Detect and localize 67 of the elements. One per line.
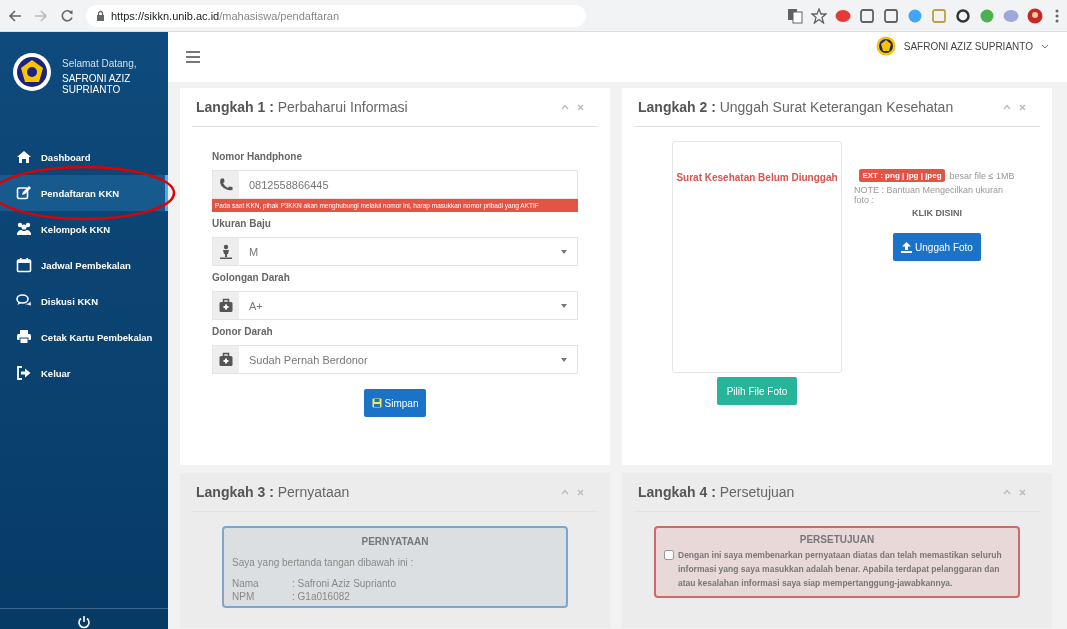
printer-icon <box>16 329 32 345</box>
caret-icon <box>1041 43 1049 49</box>
sidebar-item[interactable]: Diskusi KKN <box>0 283 168 319</box>
lock-icon <box>96 10 105 21</box>
menu-icon[interactable] <box>186 51 200 63</box>
calendar-icon <box>16 257 32 273</box>
star-icon[interactable] <box>811 7 827 24</box>
sidebar-item[interactable]: Cetak Kartu Pembekalan <box>0 319 168 355</box>
avatar-icon[interactable] <box>1027 7 1043 24</box>
close-icon[interactable] <box>1019 488 1026 496</box>
statement-text: Saya yang bertanda tangan dibawah ini : <box>232 557 415 568</box>
field-label: Nomor Handphone <box>212 151 303 162</box>
file-type-badge: EXT : png | jpg | jpeg <box>859 169 945 182</box>
greeting-text: Selamat Datang, <box>62 58 137 69</box>
help-link[interactable]: KLIK DISINI <box>912 208 962 218</box>
home-icon <box>16 149 32 165</box>
url-text: https://sikkn.unib.ac.id/mahasiswa/pendaftaran <box>111 9 340 22</box>
address-bar[interactable]: https://sikkn.unib.ac.id/mahasiswa/pendaftaran <box>86 4 586 27</box>
field-name: NPM <box>232 591 256 602</box>
sidebar-item[interactable]: Dashboard <box>0 139 168 175</box>
field-name: Nama <box>232 578 260 589</box>
field-value: : Safroni Aziz Suprianto <box>292 578 397 589</box>
group-icon <box>16 221 32 237</box>
collapse-icon[interactable] <box>1003 489 1011 495</box>
checkbox[interactable] <box>664 550 674 560</box>
field-label: Ukuran Baju <box>212 218 272 229</box>
exit-icon <box>16 365 32 381</box>
collapse-icon[interactable] <box>1003 104 1011 110</box>
extension-icon[interactable] <box>955 7 971 24</box>
close-icon[interactable] <box>577 103 584 111</box>
user-name: SAFRONI AZIZ SUPRIANTO <box>62 73 132 95</box>
collapse-icon[interactable] <box>561 489 569 495</box>
sidebar-item[interactable]: Kelompok KKN <box>0 211 168 247</box>
card-title: Langkah 3 : Pernyataan <box>196 484 351 500</box>
field-label: Golongan Darah <box>212 272 291 283</box>
agreement-text: Dengan ini saya membenarkan pernyataan diatas dan telah memastikan seluruh informasi yang saya masukkan adalah benar. Apabila terdapat pelanggaran dan atau kesalahan informasi saya siap mempertanggung-jawabkannya. <box>678 549 1003 590</box>
menu-dots-icon[interactable] <box>1055 8 1059 23</box>
reload-icon[interactable] <box>60 8 74 23</box>
extension-icon[interactable] <box>859 7 875 24</box>
user-menu[interactable]: SAFRONI AZIZ SUPRIANTO <box>875 36 1049 56</box>
close-icon[interactable] <box>577 488 584 496</box>
upload-icon <box>901 241 913 253</box>
back-icon[interactable] <box>8 8 22 23</box>
card-title: Langkah 4 : Persetujuan <box>638 484 796 500</box>
translate-icon[interactable] <box>787 7 803 24</box>
upload-status: Surat Kesehatan Belum Diunggah <box>675 171 839 183</box>
save-button[interactable]: Simpan <box>363 389 427 417</box>
extension-icon[interactable] <box>883 7 899 24</box>
sidebar-item[interactable]: Jadwal Pembekalan <box>0 247 168 283</box>
sidebar-item[interactable]: Pendaftaran KKN <box>0 175 168 211</box>
close-icon[interactable] <box>1019 103 1026 111</box>
sidebar-item[interactable]: Keluar <box>0 355 168 391</box>
field-label: Donor Darah <box>212 326 274 337</box>
edit-icon <box>16 185 32 201</box>
field-value: : G1a016082 <box>292 591 351 602</box>
upload-button[interactable]: Unggah Foto <box>893 233 981 261</box>
box-heading: PERNYATAAN <box>360 536 430 547</box>
emblem-logo <box>875 36 896 56</box>
emblem-logo <box>12 52 52 92</box>
power-icon[interactable] <box>77 615 91 629</box>
file-size-note: besar file ≤ 1MB <box>949 170 1015 181</box>
box-heading: PERSETUJUAN <box>798 534 876 545</box>
forward-icon[interactable] <box>34 8 48 23</box>
collapse-icon[interactable] <box>561 104 569 110</box>
card-title: Langkah 2 : Unggah Surat Keterangan Kesehatan <box>638 99 955 115</box>
help-note: NOTE : Bantuan Mengecilkan ukuran foto : <box>854 185 1005 205</box>
card-title: Langkah 1 : Perbaharui Informasi <box>196 99 409 115</box>
